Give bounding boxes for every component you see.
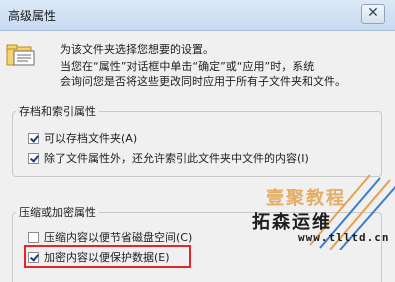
watermark-text-1: 壹聚教程 bbox=[266, 188, 346, 209]
archive-checkbox-label[interactable]: 可以存档文件夹(A) bbox=[44, 130, 137, 146]
archive-checkbox[interactable] bbox=[28, 132, 39, 144]
archive-checkbox-row[interactable]: 可以存档文件夹(A) bbox=[28, 130, 137, 146]
watermark-url: www.tlltd.cn bbox=[298, 231, 390, 244]
folder-settings-icon bbox=[6, 44, 35, 66]
index-checkbox-row[interactable]: 除了文件属性外，还允许索引此文件夹中文件的内容(I) bbox=[28, 150, 309, 166]
red-highlight-box bbox=[24, 245, 191, 268]
archive-group-title: 存档和索引属性 bbox=[16, 103, 99, 119]
index-checkbox[interactable] bbox=[28, 152, 39, 164]
compress-checkbox[interactable] bbox=[28, 231, 39, 243]
index-checkbox-label[interactable]: 除了文件属性外，还允许索引此文件夹中文件的内容(I) bbox=[44, 150, 309, 166]
intro-text-line3: 会询问您是否将这些更改同时应用于所有子文件夹和文件。 bbox=[60, 75, 346, 88]
close-button[interactable]: ✕ bbox=[361, 4, 385, 24]
advanced-attributes-dialog: 高级属性 ✕ 为该文件夹选择您想要的设置。 当您在“属性”对话框中单击“确定”或… bbox=[0, 0, 395, 282]
window-title: 高级属性 bbox=[8, 9, 57, 23]
intro-text-line2: 当您在“属性”对话框中单击“确定”或“应用”时，系统 bbox=[60, 60, 315, 73]
title-bar[interactable]: 高级属性 ✕ bbox=[0, 0, 395, 31]
compress-checkbox-label[interactable]: 压缩内容以便节省磁盘空间(C) bbox=[44, 229, 192, 245]
compress-group-title: 压缩或加密属性 bbox=[16, 204, 99, 220]
intro-text-line1: 为该文件夹选择您想要的设置。 bbox=[60, 43, 214, 56]
compress-checkbox-row[interactable]: 压缩内容以便节省磁盘空间(C) bbox=[28, 229, 192, 245]
